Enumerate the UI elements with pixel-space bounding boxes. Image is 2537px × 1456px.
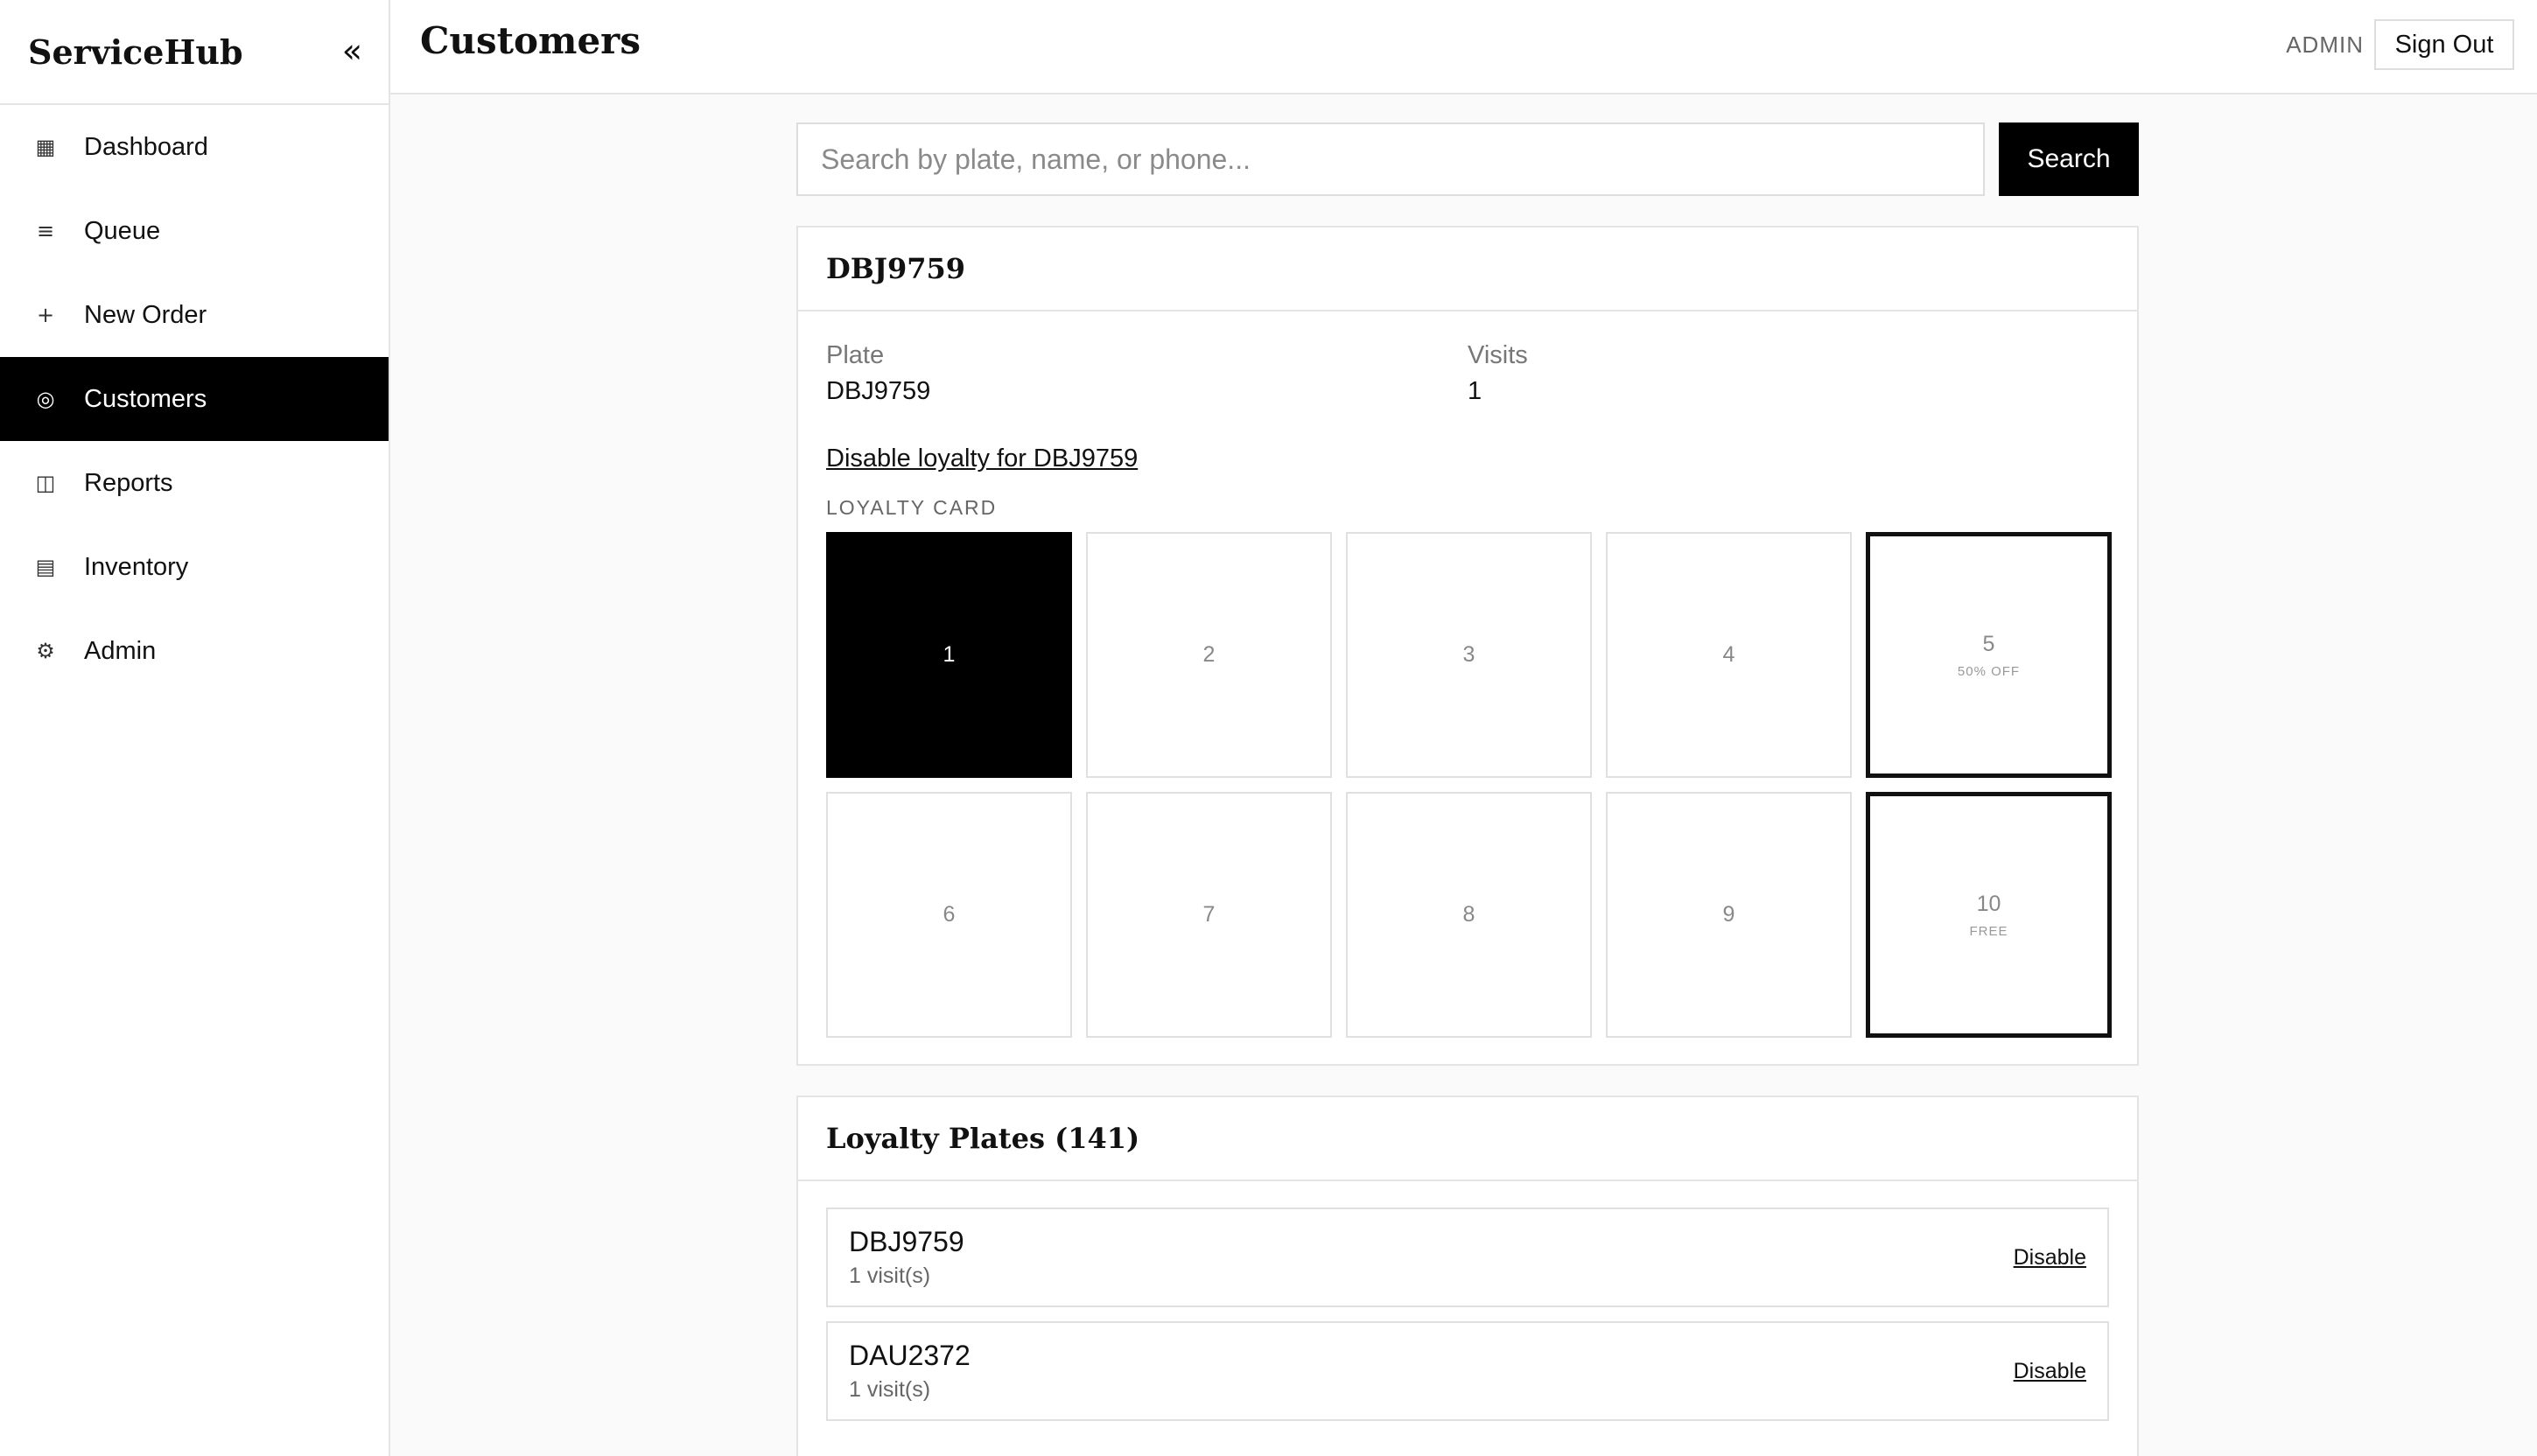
customer-card-header: DBJ9759 [798, 228, 2137, 312]
sidebar-item-label: Customers [84, 384, 207, 413]
sidebar-item-dashboard[interactable]: ▦ Dashboard [0, 105, 389, 189]
inventory-box-icon: ▤ [35, 555, 56, 579]
sidebar-item-customers[interactable]: ◎ Customers [0, 357, 389, 441]
loyalty-plates-header: Loyalty Plates (141) [798, 1097, 2137, 1181]
sidebar-item-label: Inventory [84, 552, 189, 581]
sidebar-item-label: Dashboard [84, 132, 208, 161]
plate-number: DAU2372 [849, 1340, 971, 1371]
loyalty-stamp-4[interactable]: 4 [1606, 532, 1852, 778]
user-role-label: ADMIN [2286, 32, 2364, 58]
sidebar-item-label: Reports [84, 468, 173, 497]
stamp-number: 4 [1722, 642, 1735, 667]
sidebar-item-queue[interactable]: ≡ Queue [0, 189, 389, 273]
disable-loyalty-link[interactable]: Disable loyalty for DBJ9759 [826, 444, 1138, 473]
stamp-reward-label: 50% OFF [1957, 663, 2021, 679]
sign-out-button[interactable]: Sign Out [2374, 19, 2514, 70]
list-item: DAU2372 1 visit(s) Disable [826, 1321, 2109, 1421]
main-content: Search DBJ9759 Plate DBJ9759 Visits 1 Di… [796, 122, 2139, 1456]
sidebar: ServiceHub « ▦ Dashboard ≡ Queue + New Order ◎… [0, 0, 390, 1456]
plate-info: DAU2372 1 visit(s) [849, 1340, 971, 1403]
stamp-number: 1 [943, 642, 956, 667]
search-bar: Search [796, 122, 2139, 196]
loyalty-plates-list: DBJ9759 1 visit(s) Disable DAU2372 1 visit(s… [798, 1181, 2137, 1456]
sidebar-item-label: Queue [84, 216, 161, 245]
top-header: Customers ADMIN Sign Out [390, 0, 2537, 94]
visits-label: Visits [1468, 341, 1528, 369]
customers-circle-icon: ◎ [36, 387, 55, 411]
plate-info: DBJ9759 1 visit(s) [849, 1226, 964, 1289]
gear-icon: ⚙ [36, 639, 55, 663]
brand-logo: ServiceHub [28, 32, 243, 72]
visits-detail: Visits 1 [1468, 341, 2109, 406]
disable-plate-link[interactable]: Disable [2014, 1359, 2086, 1384]
customer-details: Plate DBJ9759 Visits 1 [826, 341, 2109, 406]
brand-row: ServiceHub « [0, 0, 389, 105]
page-title: Customers [420, 19, 641, 62]
sidebar-item-label: Admin [84, 636, 157, 665]
sidebar-item-admin[interactable]: ⚙ Admin [0, 609, 389, 693]
sidebar-item-label: New Order [84, 300, 207, 329]
sidebar-item-reports[interactable]: ◫ Reports [0, 441, 389, 525]
loyalty-stamp-3[interactable]: 3 [1346, 532, 1592, 778]
list-item: DBJ9759 1 visit(s) Disable [826, 1208, 2109, 1307]
sidebar-nav: ▦ Dashboard ≡ Queue + New Order ◎ Customers ◫ Rep… [0, 105, 389, 693]
plate-visit-count: 1 visit(s) [849, 1264, 931, 1288]
stamp-number: 5 [1982, 631, 1995, 656]
plus-icon: + [36, 303, 55, 327]
stamp-number: 10 [1976, 891, 2001, 916]
loyalty-stamp-6[interactable]: 6 [826, 792, 1072, 1038]
loyalty-stamp-grid: 1 2 3 4 5 50% OFF 6 7 8 9 10 FREE [826, 532, 2112, 1038]
loyalty-plates-title: Loyalty Plates (141) [826, 1122, 1140, 1155]
plate-value: DBJ9759 [826, 377, 931, 405]
plate-label: Plate [826, 341, 885, 369]
loyalty-stamp-1[interactable]: 1 [826, 532, 1072, 778]
loyalty-stamp-9[interactable]: 9 [1606, 792, 1852, 1038]
stamp-reward-label: FREE [1969, 923, 2008, 939]
collapse-sidebar-icon[interactable]: « [342, 32, 362, 70]
queue-list-icon: ≡ [36, 219, 55, 243]
sidebar-item-inventory[interactable]: ▤ Inventory [0, 525, 389, 609]
visits-value: 1 [1468, 377, 1482, 405]
loyalty-stamp-8[interactable]: 8 [1346, 792, 1592, 1038]
search-button[interactable]: Search [1999, 122, 2139, 196]
stamp-number: 3 [1462, 642, 1475, 667]
customer-detail-card: DBJ9759 Plate DBJ9759 Visits 1 Disable l… [796, 226, 2139, 1066]
disable-plate-link[interactable]: Disable [2014, 1245, 2086, 1270]
loyalty-card-label: LOYALTY CARD [826, 496, 998, 519]
stamp-number: 7 [1202, 902, 1216, 927]
search-input[interactable] [796, 122, 1985, 196]
dashboard-grid-icon: ▦ [35, 135, 56, 159]
loyalty-stamp-7[interactable]: 7 [1086, 792, 1332, 1038]
customer-plate-title: DBJ9759 [826, 252, 965, 285]
loyalty-stamp-10[interactable]: 10 FREE [1866, 792, 2112, 1038]
reports-columns-icon: ◫ [35, 471, 56, 495]
customer-card-body: Plate DBJ9759 Visits 1 Disable loyalty f… [798, 312, 2137, 1064]
loyalty-stamp-2[interactable]: 2 [1086, 532, 1332, 778]
plate-number: DBJ9759 [849, 1226, 964, 1257]
plate-visit-count: 1 visit(s) [849, 1377, 931, 1402]
stamp-number: 9 [1722, 902, 1735, 927]
plate-detail: Plate DBJ9759 [826, 341, 1468, 406]
stamp-number: 2 [1202, 642, 1216, 667]
loyalty-stamp-5[interactable]: 5 50% OFF [1866, 532, 2112, 778]
sidebar-item-new-order[interactable]: + New Order [0, 273, 389, 357]
stamp-number: 6 [943, 902, 956, 927]
loyalty-plates-card: Loyalty Plates (141) DBJ9759 1 visit(s) Di… [796, 1096, 2139, 1456]
stamp-number: 8 [1462, 902, 1475, 927]
